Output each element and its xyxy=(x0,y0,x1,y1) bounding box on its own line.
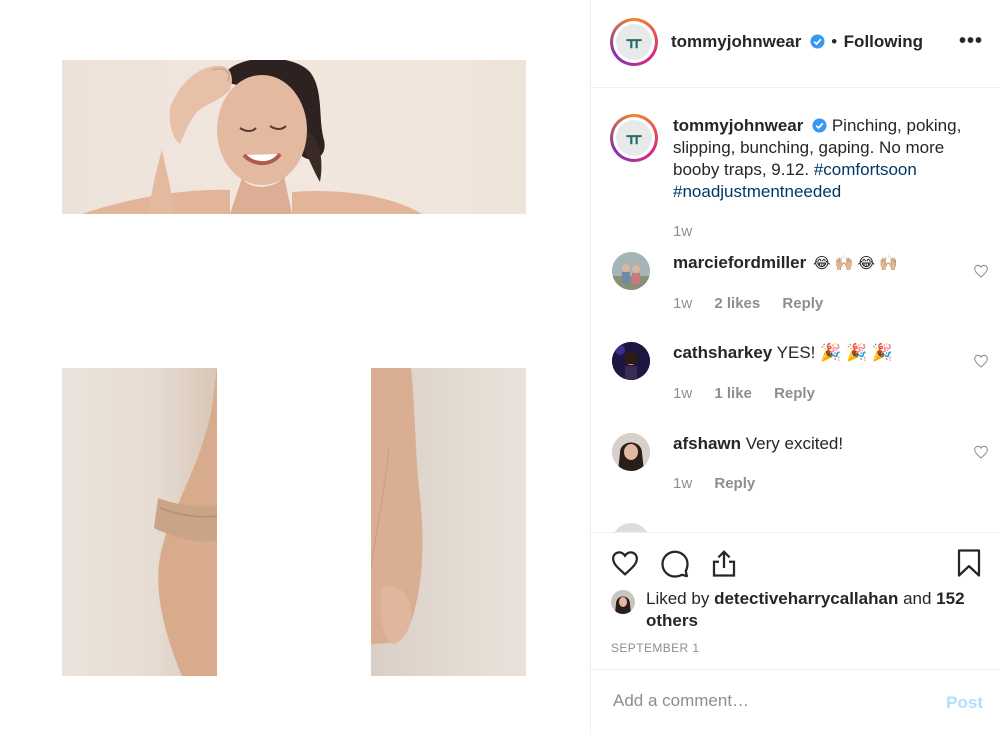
account-username[interactable]: tommyjohnwear xyxy=(671,32,801,51)
more-options-icon[interactable]: ••• xyxy=(959,30,983,53)
reply-button[interactable]: Reply xyxy=(782,295,823,312)
comment-time[interactable]: 1w xyxy=(673,385,692,402)
commenter-avatar[interactable] xyxy=(612,342,650,380)
hashtag-link[interactable]: #noadjustmentneeded xyxy=(673,182,841,201)
comment-time[interactable]: 1w xyxy=(673,295,692,312)
add-comment-bar: Post xyxy=(591,669,1000,735)
brand-logo-icon: ㅠ xyxy=(625,33,643,53)
hashtag-link[interactable]: #comfortsoon xyxy=(814,160,917,179)
liked-by-prefix: Liked by xyxy=(646,589,710,608)
like-comment-heart-icon[interactable] xyxy=(973,444,989,460)
comment-text: 😂 🙌🏼 😂 🙌🏼 xyxy=(812,255,898,272)
share-upload-icon[interactable] xyxy=(709,548,739,578)
comment-likes[interactable]: 2 likes xyxy=(714,295,760,312)
post-date[interactable]: SEPTEMBER 1 xyxy=(611,641,699,655)
comment-item: marciefordmiller 😂 🙌🏼 😂 🙌🏼 xyxy=(673,252,898,275)
caption: tommyjohnwear Pinching, poking, slipping… xyxy=(673,115,983,203)
reply-button[interactable]: Reply xyxy=(774,385,815,402)
commenter-avatar[interactable] xyxy=(612,433,650,471)
comment-bubble-icon[interactable] xyxy=(660,548,690,578)
like-comment-heart-icon[interactable] xyxy=(973,263,989,279)
comment-username[interactable]: cathsharkey xyxy=(673,343,772,362)
comment-text: YES! 🎉 🎉 🎉 xyxy=(776,343,894,362)
comment-item: cathsharkey YES! 🎉 🎉 🎉 xyxy=(673,342,893,364)
save-bookmark-icon[interactable] xyxy=(954,548,984,578)
comment-likes[interactable]: 1 like xyxy=(714,385,752,402)
commenter-avatar[interactable] xyxy=(612,523,650,532)
like-comment-heart-icon[interactable] xyxy=(973,353,989,369)
photo-hip xyxy=(62,368,217,676)
verified-badge-icon xyxy=(812,118,827,133)
reply-button[interactable]: Reply xyxy=(714,475,755,492)
dot-separator: • xyxy=(831,32,838,51)
liker-avatar[interactable] xyxy=(611,590,635,614)
comment-item: afshawn Very excited! xyxy=(673,433,843,455)
caption-username[interactable]: tommyjohnwear xyxy=(673,116,803,135)
post-comment-button[interactable]: Post xyxy=(946,693,983,713)
post-media[interactable] xyxy=(0,0,590,735)
verified-badge-icon xyxy=(810,34,825,49)
comment-time[interactable]: 1w xyxy=(673,475,692,492)
following-button[interactable]: Following xyxy=(844,32,923,51)
comment-input[interactable] xyxy=(611,690,915,712)
liked-by-user[interactable]: detectiveharrycallahan xyxy=(714,589,898,608)
liked-by-conj: and xyxy=(903,589,932,608)
post-header: ㅠ tommyjohnwear • Following ••• xyxy=(591,0,1000,88)
comments-list[interactable]: ㅠ tommyjohnwear Pinching, poking, slippi… xyxy=(591,88,1000,532)
caption-time[interactable]: 1w xyxy=(673,223,692,240)
comment-text: Very excited! xyxy=(745,434,844,453)
photo-arm xyxy=(371,368,526,676)
photo-woman-smiling xyxy=(62,60,526,214)
like-heart-icon[interactable] xyxy=(610,548,640,578)
brand-logo-icon: ㅠ xyxy=(625,129,643,149)
caption-avatar[interactable]: ㅠ xyxy=(610,114,658,162)
liked-by: Liked by detectiveharrycallahan and 152 … xyxy=(646,588,986,632)
comment-username[interactable]: marciefordmiller xyxy=(673,253,806,272)
post-sidebar: ㅠ tommyjohnwear • Following ••• ㅠ tommyj… xyxy=(590,0,1000,735)
post-actions: Liked by detectiveharrycallahan and 152 … xyxy=(591,532,1000,669)
commenter-avatar[interactable] xyxy=(612,252,650,290)
comment-username[interactable]: afshawn xyxy=(673,434,741,453)
account-avatar[interactable]: ㅠ xyxy=(610,18,658,66)
